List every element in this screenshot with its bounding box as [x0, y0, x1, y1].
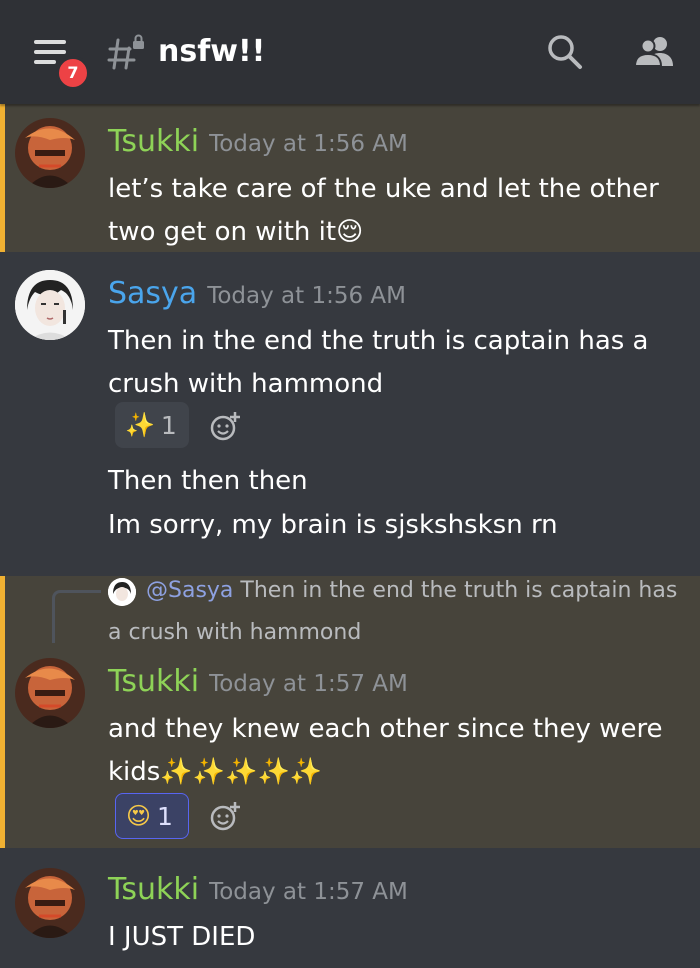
add-reaction-icon[interactable]	[208, 410, 242, 444]
reaction-button[interactable]: ✨ 1	[115, 402, 189, 448]
avatar[interactable]	[15, 118, 85, 188]
reply-text: Then in the end the truth is captain has	[240, 578, 678, 603]
reply-text-continued: a crush with hammond	[108, 620, 362, 645]
locked-hashtag-icon	[107, 34, 144, 70]
author-name[interactable]: Tsukki	[108, 664, 199, 699]
heart-eyes-emoji: 😍	[126, 802, 152, 830]
message-text-line: kids✨✨✨✨✨	[108, 757, 323, 787]
timestamp: Today at 1:57 AM	[209, 671, 408, 697]
message-item[interactable]: Sasya Today at 1:56 AM Then in the end th…	[0, 252, 700, 576]
notification-badge: 7	[56, 56, 90, 90]
add-reaction-icon[interactable]	[208, 800, 242, 834]
message-item[interactable]: Tsukki Today at 1:57 AM I JUST DIED	[0, 848, 700, 968]
reply-connector	[52, 590, 101, 643]
reaction-count: 1	[160, 410, 177, 440]
sparkles-emoji: ✨	[125, 411, 155, 439]
message-text-line: crush with hammond	[108, 369, 384, 399]
channel-header: 7 nsfw!!	[0, 0, 700, 104]
message-text-line: Im sorry, my brain is sjskshsksn rn	[108, 510, 558, 540]
message-text-line: Then in the end the truth is captain has…	[108, 326, 649, 356]
reaction-button[interactable]: 😍 1	[115, 793, 189, 839]
author-name[interactable]: Sasya	[108, 276, 197, 311]
timestamp: Today at 1:56 AM	[207, 283, 406, 309]
author-name[interactable]: Tsukki	[108, 872, 199, 907]
avatar[interactable]	[15, 270, 85, 340]
message-text-line: two get on with it😌	[108, 217, 364, 247]
timestamp: Today at 1:57 AM	[209, 879, 408, 905]
reply-preview[interactable]: @Sasya Then in the end the truth is capt…	[146, 578, 677, 603]
avatar[interactable]	[15, 868, 85, 938]
message-text-line: let’s take care of the uke and let the o…	[108, 174, 659, 204]
reply-avatar	[108, 578, 136, 606]
author-name[interactable]: Tsukki	[108, 124, 199, 159]
reaction-count: 1	[157, 801, 173, 831]
search-icon[interactable]	[545, 32, 585, 72]
timestamp: Today at 1:56 AM	[209, 131, 408, 157]
channel-name: nsfw!!	[158, 34, 266, 69]
reply-mention[interactable]: @Sasya	[146, 578, 233, 603]
avatar[interactable]	[15, 658, 85, 728]
members-icon[interactable]	[634, 32, 674, 72]
message-item[interactable]: Tsukki Today at 1:56 AM let’s take care o…	[0, 102, 700, 252]
message-text-line: Then then then	[108, 466, 308, 496]
message-text-line: I JUST DIED	[108, 922, 256, 952]
message-text-line: and they knew each other since they were	[108, 714, 663, 744]
